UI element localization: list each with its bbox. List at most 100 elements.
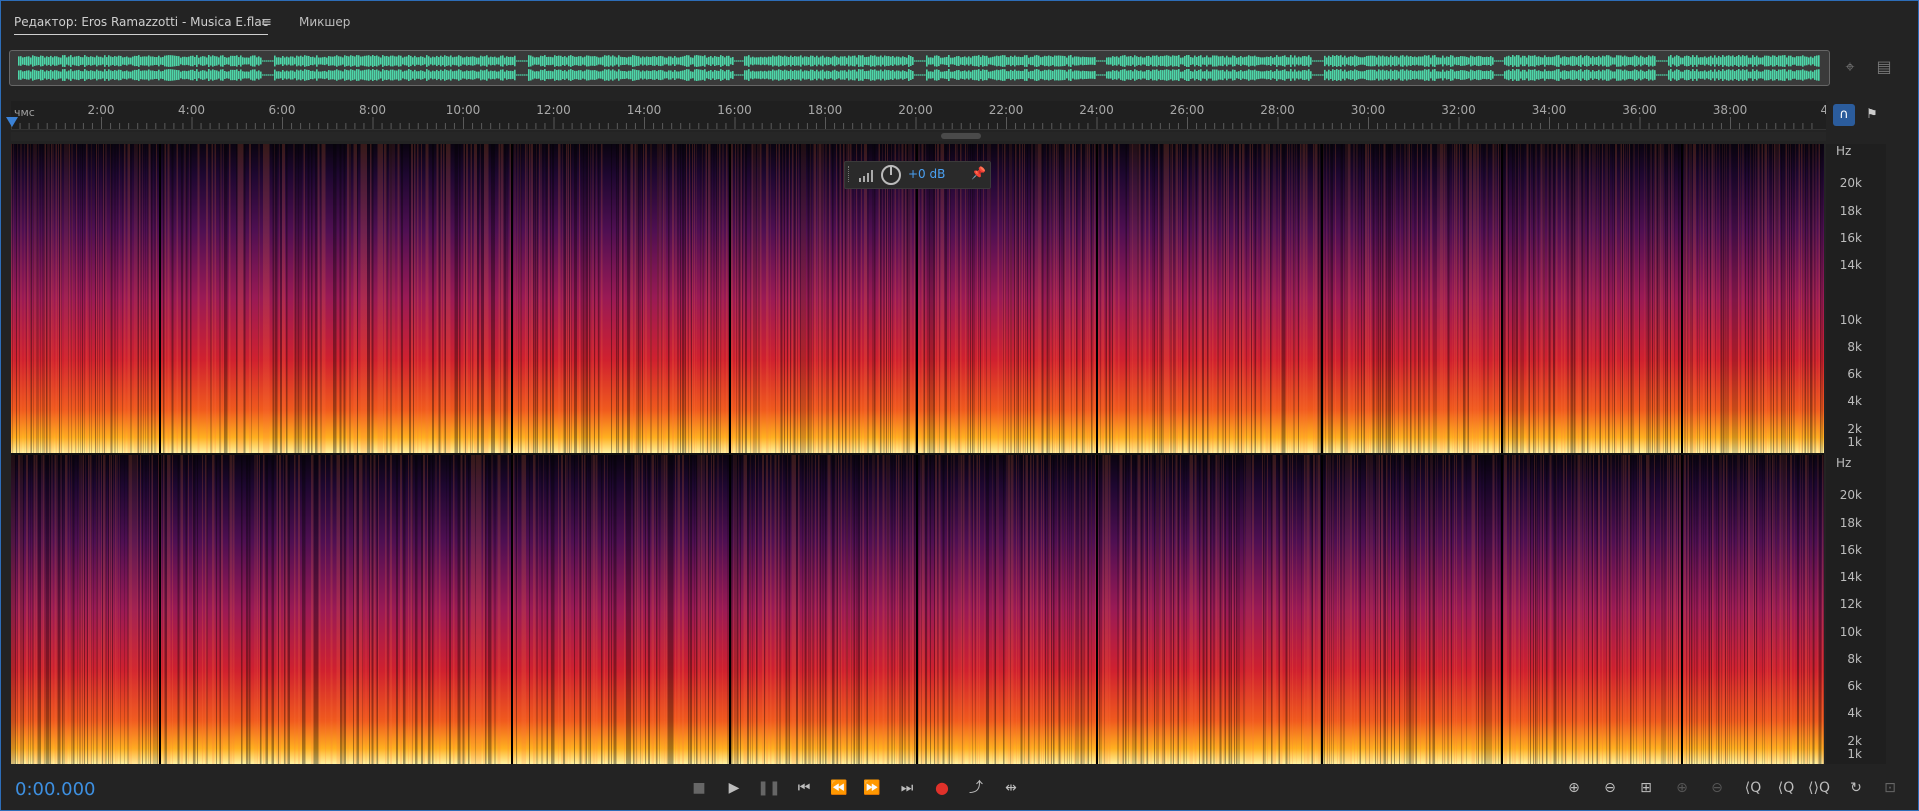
overview-waveform-sample xyxy=(1360,71,1362,79)
overview-waveform-sample xyxy=(150,56,152,66)
overview-waveform-sample xyxy=(206,57,208,65)
overview-waveform-sample xyxy=(630,70,632,80)
stop-icon[interactable]: ■ xyxy=(686,777,712,799)
rewind-icon[interactable]: ⏪ xyxy=(826,777,852,799)
gain-value[interactable]: +0 dB xyxy=(908,167,945,181)
hud-grip-handle[interactable] xyxy=(848,166,853,182)
zoom-in-at-end-icon[interactable]: ⟨⟩Q xyxy=(1806,777,1832,799)
horizontal-scrollbar[interactable] xyxy=(11,132,1826,141)
overview-waveform-sample xyxy=(874,55,876,67)
loop-playback-icon[interactable]: ⤴ xyxy=(963,777,989,799)
zoom-out-time-icon[interactable]: ⊖ xyxy=(1704,777,1730,799)
marker-flag-icon[interactable]: ⚑ xyxy=(1861,104,1883,126)
overview-waveform-sample xyxy=(520,74,522,76)
overview-waveform-sample xyxy=(1060,55,1062,67)
overview-waveform-sample xyxy=(1648,55,1650,67)
overview-waveform-sample xyxy=(1268,56,1270,66)
overview-waveform-sample xyxy=(990,57,992,65)
overview-waveform-sample xyxy=(558,55,560,67)
snap-headphones-icon[interactable]: ∩ xyxy=(1833,104,1855,126)
overview-waveform-sample xyxy=(1006,71,1008,79)
tab-menu-icon[interactable]: ≡ xyxy=(261,15,272,30)
spectral-display[interactable] xyxy=(11,144,1824,764)
overview-waveform-sample xyxy=(1606,55,1608,67)
zoom-in-time-icon[interactable]: ⊕ xyxy=(1669,777,1695,799)
zoom-out-full-icon[interactable]: ⟨Q xyxy=(1740,777,1766,799)
overview-waveform-sample xyxy=(772,55,774,67)
ruler-label: 14:00 xyxy=(627,103,662,117)
spectrogram-segment xyxy=(1323,144,1501,453)
overview-waveform-sample xyxy=(1322,60,1324,62)
skip-selection-icon[interactable]: ⇹ xyxy=(998,777,1024,799)
overview-waveform-sample xyxy=(646,56,648,66)
overview-waveform-sample xyxy=(262,74,264,76)
overview-waveform-sample xyxy=(894,57,896,65)
overview-waveform-sample xyxy=(1754,71,1756,79)
tab-editor[interactable]: Редактор: Eros Ramazzotti - Musica E.fla… xyxy=(14,15,269,35)
pin-icon[interactable]: 📌 xyxy=(971,166,986,180)
zoom-selection-icon[interactable]: ⊡ xyxy=(1877,777,1903,799)
go-to-start-icon[interactable]: ⏮ xyxy=(791,777,817,799)
overview-waveform-sample xyxy=(1108,71,1110,79)
overview-waveform-sample xyxy=(140,56,142,66)
overview-waveform-sample xyxy=(978,69,980,81)
frequency-label: 10k xyxy=(1839,624,1862,639)
panel-menu-icon[interactable]: ▤ xyxy=(1873,56,1895,78)
overview-waveform-sample xyxy=(1034,55,1036,67)
zoom-in-at-start-icon[interactable]: ⟨Q xyxy=(1773,777,1799,799)
overview-waveform-sample xyxy=(796,70,798,80)
overview-waveform-sample xyxy=(982,55,984,67)
zoom-out-amplitude-icon[interactable]: ⊖ xyxy=(1597,777,1623,799)
overview-waveform-sample xyxy=(22,71,24,79)
overview-waveform-sample xyxy=(668,70,670,80)
overview-waveform-sample xyxy=(60,71,62,79)
overview-waveform-sample xyxy=(882,71,884,79)
overview-waveform-sample xyxy=(1062,55,1064,67)
scrollbar-thumb[interactable] xyxy=(941,133,981,139)
overview-waveform-sample xyxy=(1384,70,1386,80)
overview-waveform-sample xyxy=(134,69,136,81)
overview-waveform[interactable] xyxy=(9,50,1830,86)
overview-waveform-sample xyxy=(476,57,478,65)
overview-waveform-sample xyxy=(582,57,584,65)
zoom-to-fit-icon[interactable]: ⊞ xyxy=(1633,777,1659,799)
overview-waveform-sample xyxy=(178,56,180,66)
gain-hud[interactable]: +0 dB 📌 xyxy=(844,161,991,189)
overview-waveform-sample xyxy=(318,71,320,79)
overview-waveform-sample xyxy=(1742,55,1744,67)
spectrogram-texture xyxy=(161,455,511,764)
overview-waveform-sample xyxy=(318,57,320,65)
zoom-in-amplitude-icon[interactable]: ⊕ xyxy=(1561,777,1587,799)
overview-waveform-sample xyxy=(520,60,522,62)
overview-waveform-sample xyxy=(920,74,922,76)
record-icon[interactable]: ● xyxy=(929,777,955,799)
overview-waveform-sample xyxy=(1378,69,1380,81)
tab-mixer[interactable]: Микшер xyxy=(299,15,350,29)
overview-waveform-sample xyxy=(866,70,868,80)
overview-waveform-sample xyxy=(266,74,268,76)
playhead-marker[interactable] xyxy=(6,117,18,127)
overview-waveform-sample xyxy=(404,70,406,80)
overview-waveform-sample xyxy=(858,55,860,67)
overview-waveform-sample xyxy=(936,69,938,81)
zoom-navigator-icon[interactable]: ⌖ xyxy=(1839,56,1861,78)
current-time-display[interactable]: 0:00.000 xyxy=(15,779,96,800)
overview-waveform-sample xyxy=(1260,71,1262,79)
overview-waveform-sample xyxy=(428,56,430,66)
pause-icon[interactable]: ❚❚ xyxy=(756,777,782,799)
time-ruler[interactable]: 2:00 4:00 6:00 8:00 10:00 12:00 14:00 16:00 18:0… xyxy=(11,101,1826,130)
channel-left-spectrogram[interactable] xyxy=(11,144,1824,453)
play-icon[interactable]: ▶ xyxy=(721,777,747,799)
channel-right-spectrogram[interactable] xyxy=(11,455,1824,764)
overview-waveform-sample xyxy=(1394,55,1396,67)
overview-waveform-sample xyxy=(496,71,498,79)
overview-waveform-sample xyxy=(1300,57,1302,65)
go-to-end-icon[interactable]: ⏭ xyxy=(894,777,920,799)
fast-forward-icon[interactable]: ⏩ xyxy=(859,777,885,799)
overview-waveform-sample xyxy=(1572,69,1574,81)
reset-zoom-icon[interactable]: ↻ xyxy=(1843,777,1869,799)
volume-knob-icon[interactable] xyxy=(881,165,901,185)
overview-waveform-sample xyxy=(1566,71,1568,79)
overview-waveform-sample xyxy=(1742,69,1744,81)
overview-waveform-sample xyxy=(1678,69,1680,81)
